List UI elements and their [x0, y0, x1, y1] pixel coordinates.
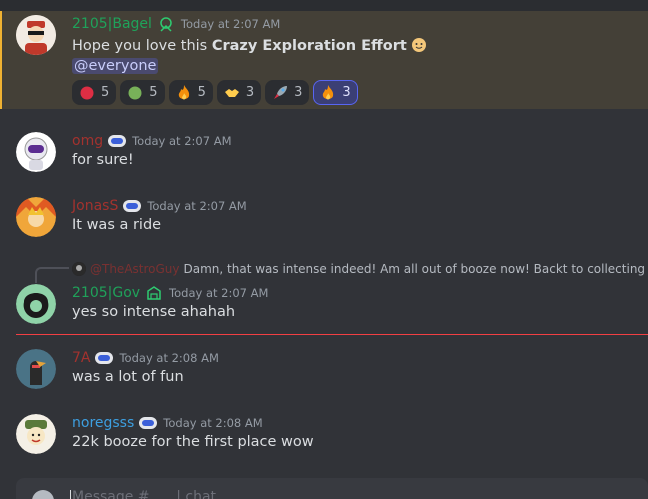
message[interactable]: omg Today at 2:07 AM for sure!	[0, 130, 648, 174]
message[interactable]: 2105|Gov Today at 2:07 AM yes so intense…	[0, 282, 648, 326]
role-icon	[157, 17, 175, 32]
message-text: It was a ride	[72, 217, 162, 233]
reaction-red-circle[interactable]: 5	[72, 80, 117, 105]
reaction-count: 3	[245, 85, 255, 100]
avatar[interactable]	[16, 414, 56, 454]
add-attachment-icon[interactable]	[32, 490, 54, 499]
reply-avatar	[72, 262, 86, 276]
role-icon	[95, 351, 114, 365]
reactions: 5 5 5 3 3 3	[72, 80, 358, 105]
timestamp: Today at 2:07 AM	[147, 199, 247, 213]
mention-highlight-bar	[0, 11, 2, 109]
reply-username[interactable]: @TheAstroGuy	[90, 262, 180, 276]
username[interactable]: noregsss	[72, 415, 134, 431]
text-caret	[70, 490, 71, 499]
message-highlighted[interactable]: 2105|Bagel Today at 2:07 AM Hope you lov…	[0, 11, 648, 109]
fire-icon	[176, 84, 192, 101]
avatar[interactable]	[16, 132, 56, 172]
new-messages-divider	[16, 334, 648, 335]
reaction-fire-selected[interactable]: 3	[313, 80, 358, 105]
message[interactable]: 7A Today at 2:08 AM was a lot of fun	[0, 347, 648, 391]
green-circle-icon	[127, 85, 143, 101]
message-input-placeholder[interactable]: Message # | chat	[72, 489, 216, 499]
reply-reference[interactable]: @TheAstroGuy Damn, that was intense inde…	[72, 262, 645, 276]
avatar[interactable]	[16, 284, 56, 324]
reaction-count: 3	[342, 85, 351, 100]
message[interactable]: JonasS Today at 2:07 AM It was a ride	[0, 195, 648, 239]
reaction-count: 5	[149, 85, 158, 100]
reply-spine	[35, 267, 69, 283]
username[interactable]: JonasS	[72, 198, 118, 214]
username[interactable]: 7A	[72, 350, 90, 366]
avatar[interactable]	[16, 349, 56, 389]
timestamp: Today at 2:07 AM	[132, 134, 232, 148]
username[interactable]: 2105|Bagel	[72, 16, 152, 32]
message-text: was a lot of fun	[72, 369, 184, 385]
reaction-count: 5	[197, 85, 206, 100]
role-icon	[123, 199, 142, 213]
top-bar	[0, 0, 648, 11]
role-icon	[108, 134, 127, 148]
message-text: Hope you love this Crazy Exploration Eff…	[72, 37, 427, 54]
avatar[interactable]	[16, 197, 56, 237]
message[interactable]: noregsss Today at 2:08 AM 22k booze for …	[0, 412, 648, 456]
message-text-prefix: Hope you love this	[72, 38, 212, 54]
message-text: yes so intense ahahah	[72, 304, 236, 320]
reaction-handshake[interactable]: 3	[216, 80, 262, 105]
fire-icon	[320, 84, 336, 101]
handshake-icon	[224, 85, 240, 101]
message-text: 22k booze for the first place wow	[72, 434, 314, 450]
rocket-icon	[272, 85, 288, 101]
timestamp: Today at 2:08 AM	[119, 351, 219, 365]
reaction-fire[interactable]: 5	[168, 80, 213, 105]
timestamp: Today at 2:07 AM	[169, 286, 269, 300]
username[interactable]: 2105|Gov	[72, 285, 140, 301]
baby-emoji-icon	[411, 37, 427, 53]
reply-text: Damn, that was intense indeed! Am all ou…	[183, 262, 646, 276]
red-circle-icon	[79, 85, 95, 101]
reaction-count: 5	[101, 85, 110, 100]
role-icon	[145, 286, 163, 300]
everyone-mention[interactable]: @everyone	[72, 58, 159, 74]
timestamp: Today at 2:08 AM	[163, 416, 263, 430]
reaction-rocket[interactable]: 3	[265, 80, 310, 105]
avatar[interactable]	[16, 15, 56, 55]
message-text-bold: Crazy Exploration Effort	[211, 38, 407, 54]
message-text: for sure!	[72, 152, 134, 168]
reaction-green-circle[interactable]: 5	[120, 80, 165, 105]
message-composer[interactable]: Message # | chat	[16, 478, 648, 499]
reaction-count: 3	[294, 85, 303, 100]
timestamp: Today at 2:07 AM	[180, 17, 281, 31]
mention-line: @everyone	[72, 58, 159, 74]
role-icon	[139, 416, 158, 430]
username[interactable]: omg	[72, 133, 103, 149]
